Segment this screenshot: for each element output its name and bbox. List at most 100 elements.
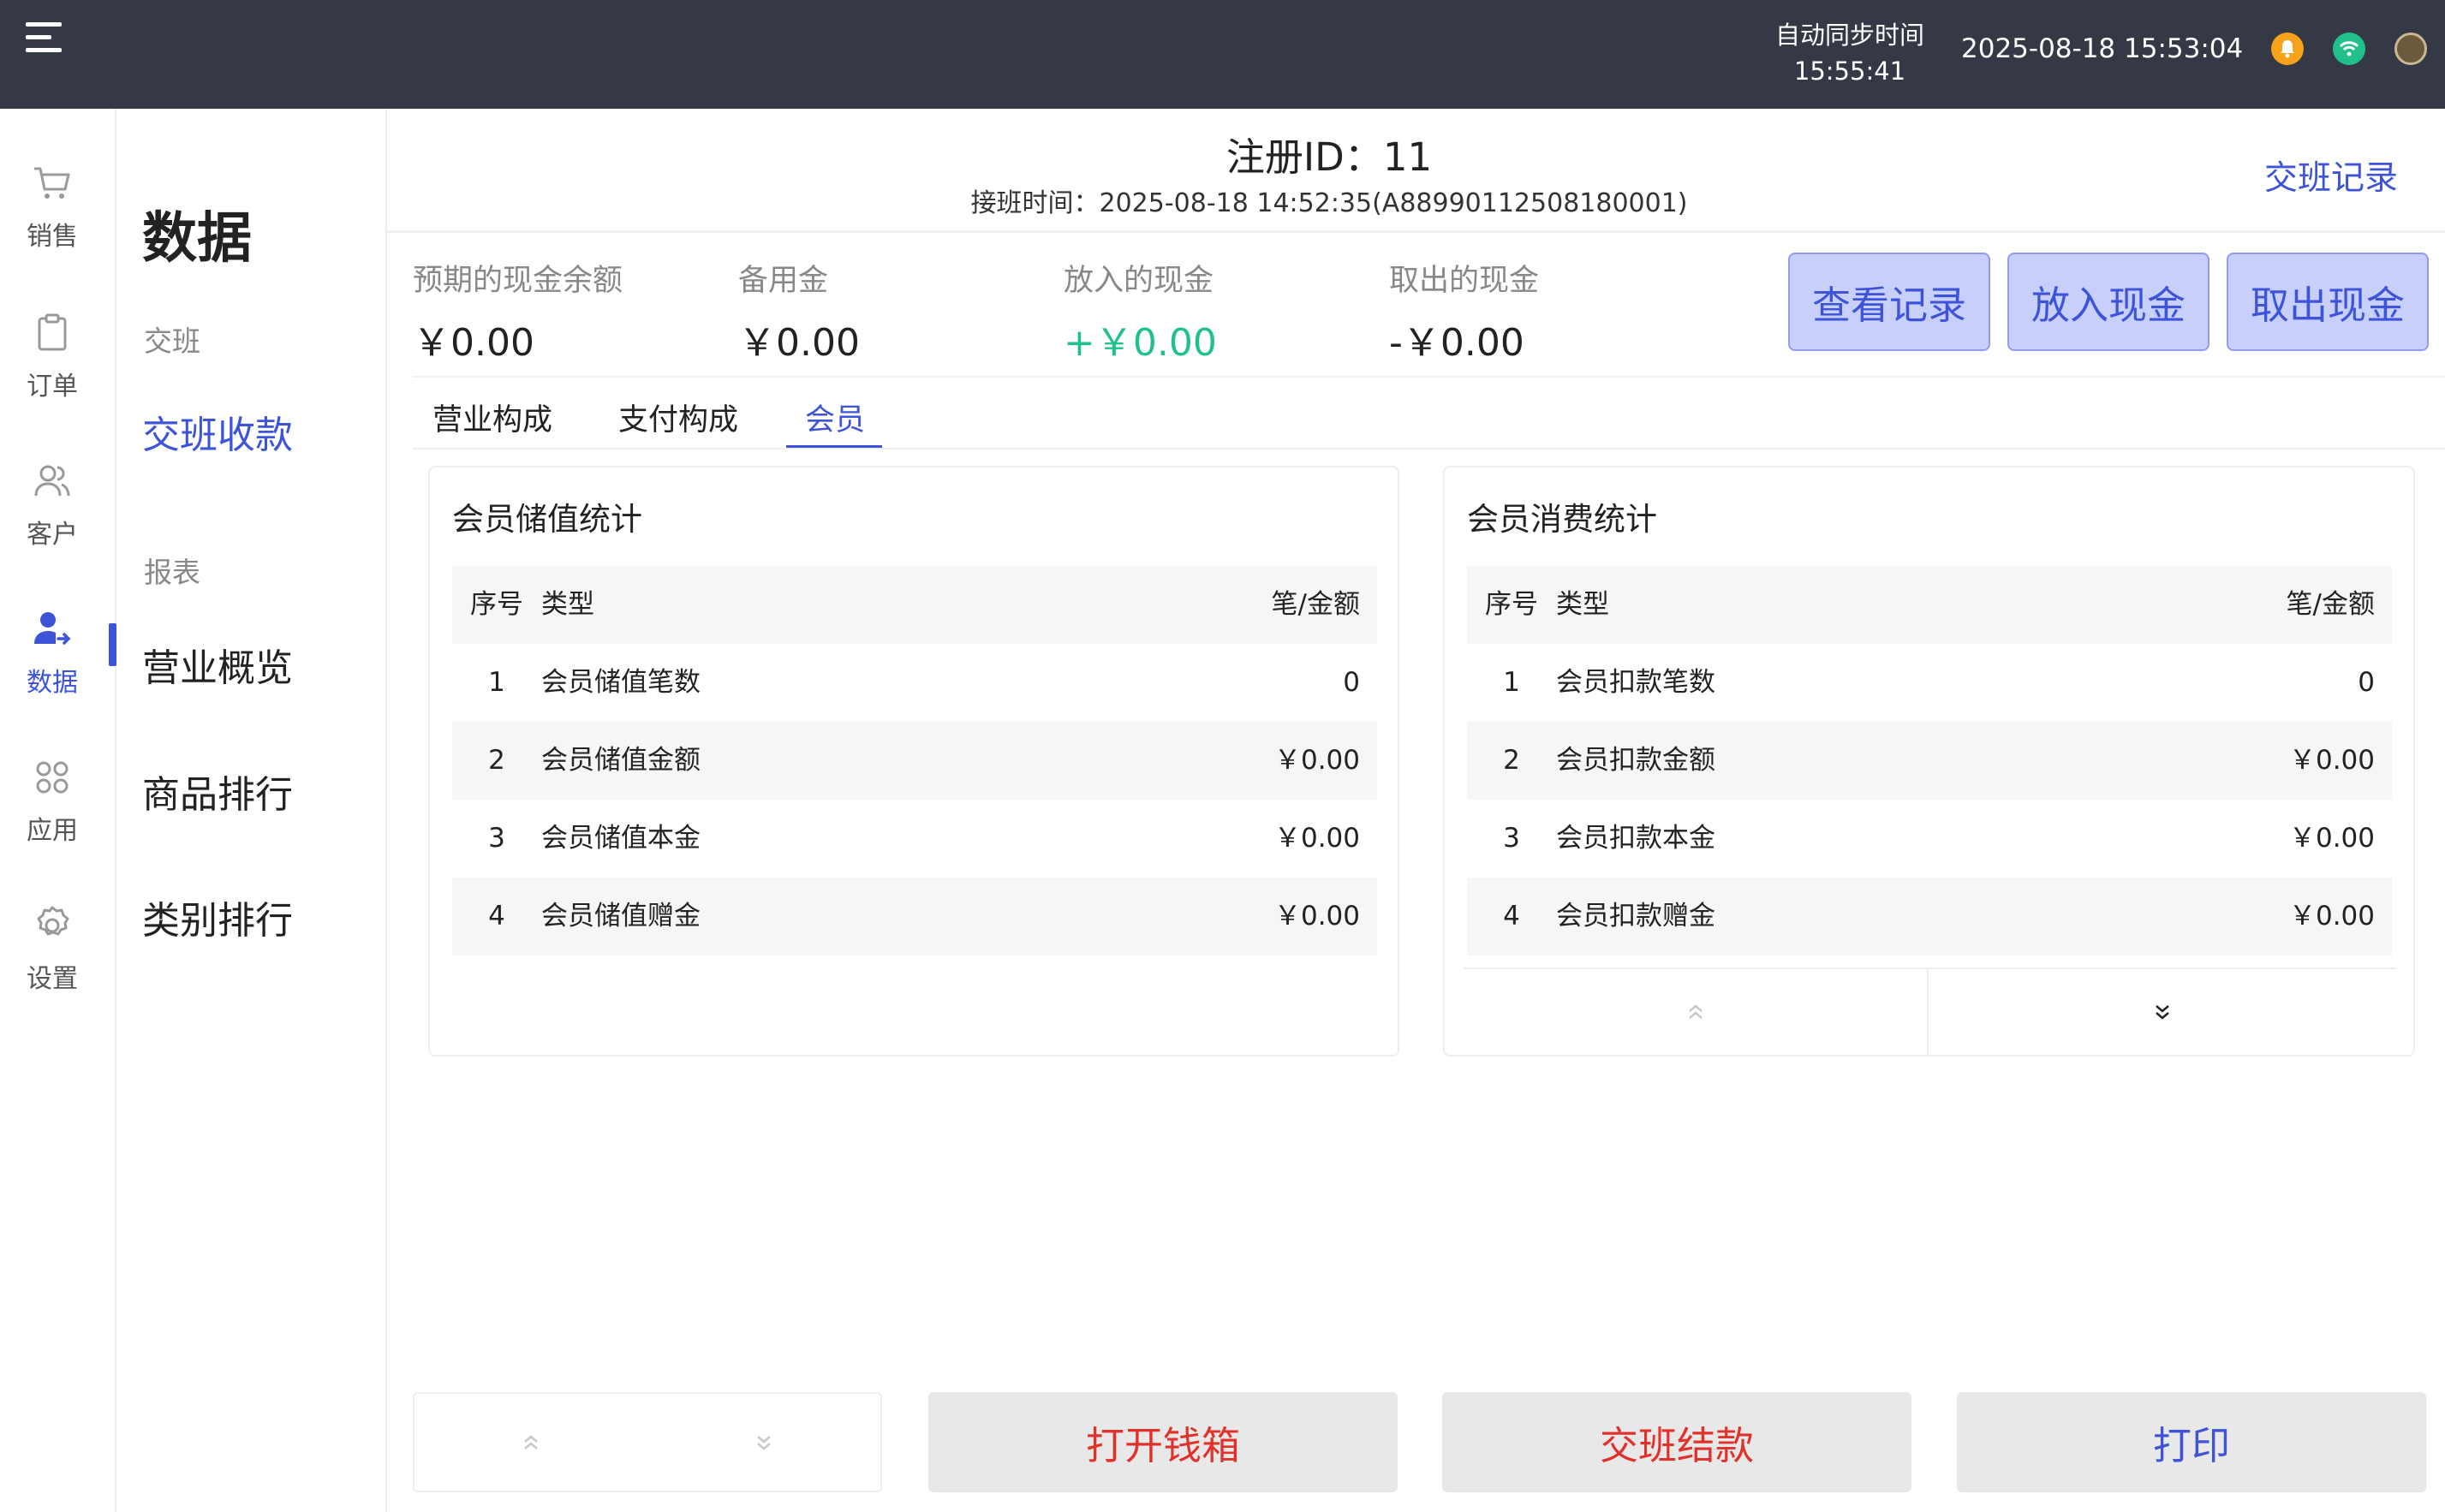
col-no: 序号 xyxy=(470,589,523,620)
cell-type: 会员扣款金额 xyxy=(1556,745,1715,776)
users-icon xyxy=(34,465,70,497)
cell-no: 4 xyxy=(488,901,505,932)
col-amount: 笔/金额 xyxy=(1271,589,1360,620)
page-up-button[interactable] xyxy=(414,1394,647,1491)
tab-business[interactable]: 营业构成 xyxy=(432,396,552,439)
nav-orders[interactable]: 订单 xyxy=(0,310,104,438)
auto-sync-label: 自动同步时间 xyxy=(1774,21,1924,50)
subnav-product-rank[interactable]: 商品排行 xyxy=(142,764,293,819)
nav-apps-label: 应用 xyxy=(27,816,78,846)
subnav-overview[interactable]: 营业概览 xyxy=(142,637,293,692)
table-row: 4 会员储值赠金 ￥0.00 xyxy=(452,878,1377,955)
stat-cash-out: 取出的现金 -￥0.00 xyxy=(1389,256,1539,366)
divider xyxy=(387,230,2445,233)
open-drawer-button[interactable]: 打开钱箱 xyxy=(928,1392,1398,1492)
stat-label: 取出的现金 xyxy=(1389,264,1540,298)
nav-settings[interactable]: 设置 xyxy=(0,902,104,1031)
view-records-button[interactable]: 查看记录 xyxy=(1788,253,1990,351)
cell-type: 会员储值金额 xyxy=(541,745,701,776)
cell-value: ￥0.00 xyxy=(2288,745,2375,776)
stored-value-table: 序号 类型 笔/金额 1 会员储值笔数 0 2 会员储值金额 ￥0.00 3 会… xyxy=(452,566,1377,955)
menu-icon[interactable] xyxy=(26,22,65,53)
user-data-icon xyxy=(34,612,71,645)
nav-settings-label: 设置 xyxy=(27,964,78,994)
main-content: 注册ID：11 接班时间：2025-08-18 14:52:35(A889901… xyxy=(387,109,2445,1512)
nav-sales[interactable]: 销售 xyxy=(0,160,104,289)
chevron-double-up-icon xyxy=(1688,1004,1703,1019)
cell-type: 会员储值笔数 xyxy=(541,667,701,698)
nav-data[interactable]: 数据 xyxy=(0,606,104,735)
top-bar: 自动同步时间 15:55:41 2025-08-18 15:53:04 xyxy=(0,0,2445,109)
nav-customers[interactable]: 客户 xyxy=(0,458,104,586)
panel-title: 会员储值统计 xyxy=(452,501,642,538)
cell-type: 会员扣款本金 xyxy=(1556,823,1715,854)
bottom-pager xyxy=(413,1392,882,1492)
cash-in-button[interactable]: 放入现金 xyxy=(2007,253,2209,351)
stat-expected-cash: 预期的现金余额 ￥0.00 xyxy=(413,256,623,366)
table-row: 2 会员扣款金额 ￥0.00 xyxy=(1467,722,2392,800)
page-down-button[interactable] xyxy=(1929,969,2396,1055)
tab-payment[interactable]: 支付构成 xyxy=(618,396,738,439)
current-datetime: 2025-08-18 15:53:04 xyxy=(1961,33,2244,64)
divider xyxy=(413,376,2445,378)
cell-type: 会员扣款笔数 xyxy=(1556,667,1715,698)
cell-value: ￥0.00 xyxy=(1273,823,1360,854)
cell-no: 1 xyxy=(1503,667,1520,698)
page-up-button[interactable] xyxy=(1464,969,1927,1055)
stored-value-panel: 会员储值统计 序号 类型 笔/金额 1 会员储值笔数 0 2 会员储值金额 ￥0… xyxy=(428,466,1399,1057)
sub-nav: 数据 交班 交班收款 报表 营业概览 商品排行 类别排行 xyxy=(116,109,387,1512)
apps-icon xyxy=(36,761,69,794)
subnav-category-rank[interactable]: 类别排行 xyxy=(142,890,293,944)
table-row: 1 会员扣款笔数 0 xyxy=(1467,644,2392,722)
bell-icon[interactable] xyxy=(2271,33,2304,65)
nav-active-indicator xyxy=(109,623,116,666)
shift-log-link[interactable]: 交班记录 xyxy=(2264,152,2398,199)
consumption-panel: 会员消费统计 序号 类型 笔/金额 1 会员扣款笔数 0 2 会员扣款金额 ￥0… xyxy=(1443,466,2415,1057)
cell-value: 0 xyxy=(2358,667,2375,698)
nav-sales-label: 销售 xyxy=(27,222,78,252)
avatar[interactable] xyxy=(2394,33,2427,65)
table-row: 3 会员扣款本金 ￥0.00 xyxy=(1467,800,2392,878)
cell-type: 会员储值本金 xyxy=(541,823,701,854)
main-nav-rail: 销售 订单 客户 数据 应用 设置 xyxy=(0,109,116,1512)
cash-out-button[interactable]: 取出现金 xyxy=(2227,253,2429,351)
stat-cash-in: 放入的现金 +￥0.00 xyxy=(1064,256,1217,366)
nav-customers-label: 客户 xyxy=(27,520,78,550)
cell-no: 3 xyxy=(1503,823,1520,854)
stat-label: 备用金 xyxy=(738,264,829,298)
stat-label: 放入的现金 xyxy=(1064,264,1214,298)
wifi-icon[interactable] xyxy=(2333,33,2365,65)
cell-value: ￥0.00 xyxy=(2288,823,2375,854)
register-id: 注册ID：11 xyxy=(1225,134,1433,180)
cell-no: 4 xyxy=(1503,901,1520,932)
nav-data-label: 数据 xyxy=(27,668,78,698)
cell-value: ￥0.00 xyxy=(1273,901,1360,932)
stat-value: +￥0.00 xyxy=(1064,321,1217,365)
tab-member[interactable]: 会员 xyxy=(805,396,865,439)
auto-sync: 自动同步时间 15:55:41 xyxy=(1760,17,1940,89)
stat-petty-cash: 备用金 ￥0.00 xyxy=(738,256,860,366)
group-shift: 交班 xyxy=(144,324,200,358)
table-header: 序号 类型 笔/金额 xyxy=(452,566,1377,644)
section-title: 数据 xyxy=(142,207,252,271)
auto-sync-time: 15:55:41 xyxy=(1793,57,1906,86)
settle-shift-button[interactable]: 交班结款 xyxy=(1442,1392,1911,1492)
consumption-table: 序号 类型 笔/金额 1 会员扣款笔数 0 2 会员扣款金额 ￥0.00 3 会… xyxy=(1467,566,2392,955)
stat-value: -￥0.00 xyxy=(1389,321,1524,365)
consumption-pager xyxy=(1464,967,2396,1055)
cell-no: 3 xyxy=(488,823,505,854)
shift-start-time: 接班时间：2025-08-18 14:52:35(A88990112508180… xyxy=(970,188,1688,218)
clipboard-icon xyxy=(38,313,67,351)
page-down-button[interactable] xyxy=(647,1394,880,1491)
col-type: 类型 xyxy=(1556,589,1609,620)
nav-apps[interactable]: 应用 xyxy=(0,754,104,883)
print-button[interactable]: 打印 xyxy=(1957,1392,2426,1492)
table-row: 4 会员扣款赠金 ￥0.00 xyxy=(1467,878,2392,955)
nav-orders-label: 订单 xyxy=(27,372,78,402)
cell-no: 2 xyxy=(1503,745,1520,776)
stat-label: 预期的现金余额 xyxy=(413,264,623,298)
chevron-double-up-icon xyxy=(524,1434,538,1449)
chevron-double-down-icon xyxy=(2156,1005,2169,1020)
cell-type: 会员扣款赠金 xyxy=(1556,901,1715,932)
subnav-shift-payment[interactable]: 交班收款 xyxy=(142,404,293,459)
